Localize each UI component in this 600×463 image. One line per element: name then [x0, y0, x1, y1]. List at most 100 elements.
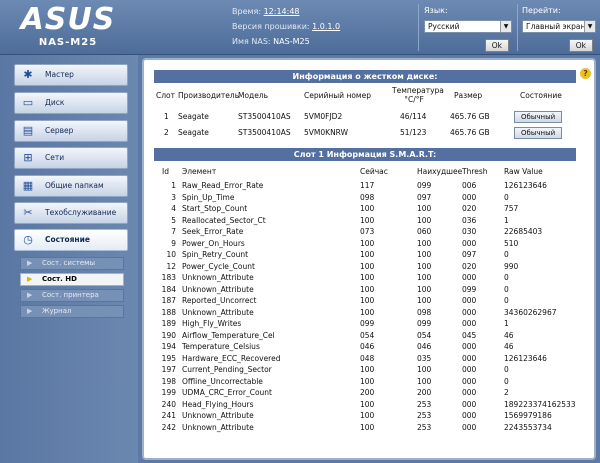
smart-table-body: 1 Raw_Read_Error_Rate 117 099 006 126123646 3 S… [154, 180, 576, 433]
status-icon: ◷ [23, 233, 33, 246]
sidebar-item-status[interactable]: ◷ Состояние [14, 229, 128, 251]
cell-thresh: 000 [462, 365, 477, 374]
sidebar-item-disk[interactable]: ▭ Диск [14, 92, 128, 114]
device-info: Время: 12:14:48 Версия прошивки: 1.0.1.0… [232, 4, 412, 52]
cell-now: 054 [360, 330, 375, 340]
shared-folder-icon: ▦ [22, 179, 34, 192]
cell-element: Seek_Error_Rate [182, 227, 244, 236]
disk-table-header: Слот Производитель Модель Серийный номер… [154, 84, 576, 106]
sidebar-item-server[interactable]: ▤ Сервер [14, 120, 128, 142]
cell-thresh: 000 [462, 388, 477, 397]
col-worst: Наихудшее [417, 167, 463, 176]
content-panel: ? Информация о жестком диске: Слот Произ… [142, 58, 596, 460]
server-icon: ▤ [22, 124, 34, 137]
sidebar-item-network[interactable]: ⊞ Сети [14, 147, 128, 169]
arrow-right-icon: ▶ [27, 307, 33, 315]
smart-table-header: Id Элемент Сейчас Наихудшее Thresh Raw V… [154, 166, 576, 178]
col-vendor: Производитель [178, 91, 240, 100]
sidebar: ✱ Мастер ▭ Диск ▤ Сервер ⊞ Сети ▦ Общие … [0, 55, 138, 463]
table-row: 242 Unknown_Attribute 100 253 000 2243553734 [154, 422, 576, 434]
cell-raw: 34360262967 [504, 307, 557, 317]
cell-thresh: 000 [462, 319, 477, 328]
col-slot: Слот [156, 91, 175, 100]
cell-element: Offline_Uncorrectable [182, 376, 263, 386]
cell-worst: 253 [417, 422, 432, 432]
cell-element: Temperature_Celsius [182, 342, 260, 351]
cell-thresh: 045 [462, 330, 477, 340]
cell-thresh: 020 [462, 261, 477, 271]
cell-now: 100 [360, 204, 375, 213]
goto-select[interactable]: Главный экран ▼ [522, 20, 596, 33]
cell-thresh: 000 [462, 273, 477, 282]
cell-worst: 200 [417, 388, 432, 397]
network-icon: ⊞ [23, 151, 33, 164]
cell-now: 100 [360, 296, 375, 305]
cell-id: 187 [161, 296, 176, 305]
cell-raw: 22685403 [504, 227, 543, 236]
submenu-hd-status[interactable]: ▶ Сост. HD [20, 273, 124, 286]
language-picker: Язык: Русский ▼ Ok [424, 5, 512, 52]
chevron-down-icon: ▼ [584, 21, 595, 32]
cell-element: Reported_Uncorrect [182, 296, 257, 305]
col-model: Модель [238, 91, 269, 100]
firmware-link[interactable]: 1.0.1.0 [312, 22, 340, 31]
sidebar-item-maintenance[interactable]: ✂ Техобслуживание [14, 202, 128, 224]
goto-select-value: Главный экран [526, 22, 586, 31]
cell-id: 242 [161, 422, 176, 432]
help-icon[interactable]: ? [580, 68, 591, 79]
sidebar-item-wizard[interactable]: ✱ Мастер [14, 64, 128, 86]
table-row: 184 Unknown_Attribute 100 100 099 0 [154, 284, 576, 296]
cell-now: 048 [360, 353, 375, 363]
asus-logo: ASUS NAS-M25 [8, 3, 188, 53]
cell-id: 188 [161, 307, 176, 317]
cell-id: 9 [171, 238, 176, 248]
cell-thresh: 000 [462, 422, 477, 432]
cell-raw: 1569979186 [504, 411, 552, 420]
submenu-label: Журнал [42, 307, 72, 315]
cell-thresh: 000 [462, 296, 477, 305]
cell-thresh: 000 [462, 307, 477, 317]
cell-now: 100 [360, 250, 375, 259]
cell-element: Unknown_Attribute [182, 422, 254, 432]
nas-name-value: NAS-M25 [273, 37, 310, 46]
status-button[interactable]: Обычный [514, 127, 563, 139]
cell-raw: 0 [504, 284, 509, 294]
cell-raw: 0 [504, 365, 509, 374]
table-row: 1 Seagate ST3500410AS 5VM0FJD2 46/114 46… [154, 110, 576, 124]
time-link[interactable]: 12:14:48 [264, 7, 300, 16]
language-select[interactable]: Русский ▼ [424, 20, 512, 33]
cell-id: 241 [161, 411, 176, 420]
table-row: 4 Start_Stop_Count 100 100 020 757 [154, 203, 576, 215]
header-divider [418, 4, 419, 51]
status-button[interactable]: Обычный [514, 111, 563, 123]
cell-thresh: 020 [462, 204, 477, 213]
table-row: 1 Raw_Read_Error_Rate 117 099 006 126123646 [154, 180, 576, 192]
cell-raw: 757 [504, 204, 519, 213]
firmware-label: Версия прошивки: [232, 22, 310, 31]
cell-raw: 46 [504, 342, 514, 351]
sidebar-item-shared-folders[interactable]: ▦ Общие папкам [14, 175, 128, 197]
cell-thresh: 000 [462, 238, 477, 248]
cell-now: 100 [360, 273, 375, 282]
cell-now: 046 [360, 342, 375, 351]
cell-worst: 035 [417, 353, 432, 363]
cell-worst: 100 [417, 273, 432, 282]
time-label: Время: [232, 7, 262, 16]
cell-element: Spin_Up_Time [182, 192, 235, 202]
cell-now: 100 [360, 215, 375, 225]
goto-ok-button[interactable]: Ok [568, 39, 593, 52]
cell-id: 194 [161, 342, 176, 351]
submenu-printer-status[interactable]: ▶ Сост. принтера [20, 289, 124, 302]
cell-id: 5 [171, 215, 176, 225]
main-content: ? Информация о жестком диске: Слот Произ… [138, 55, 600, 463]
table-row: 10 Spin_Retry_Count 100 100 097 0 [154, 249, 576, 261]
chevron-down-icon: ▼ [500, 21, 511, 32]
table-row: 5 Reallocated_Sector_Ct 100 100 036 1 [154, 215, 576, 227]
submenu-log[interactable]: ▶ Журнал [20, 305, 124, 318]
language-ok-button[interactable]: Ok [484, 39, 509, 52]
cell-raw: 0 [504, 250, 509, 259]
submenu-system-status[interactable]: ▶ Сост. системы [20, 257, 124, 270]
table-row: 188 Unknown_Attribute 100 098 000 34360262967 [154, 307, 576, 319]
cell-element: Unknown_Attribute [182, 307, 254, 317]
cell-worst: 099 [417, 319, 432, 328]
